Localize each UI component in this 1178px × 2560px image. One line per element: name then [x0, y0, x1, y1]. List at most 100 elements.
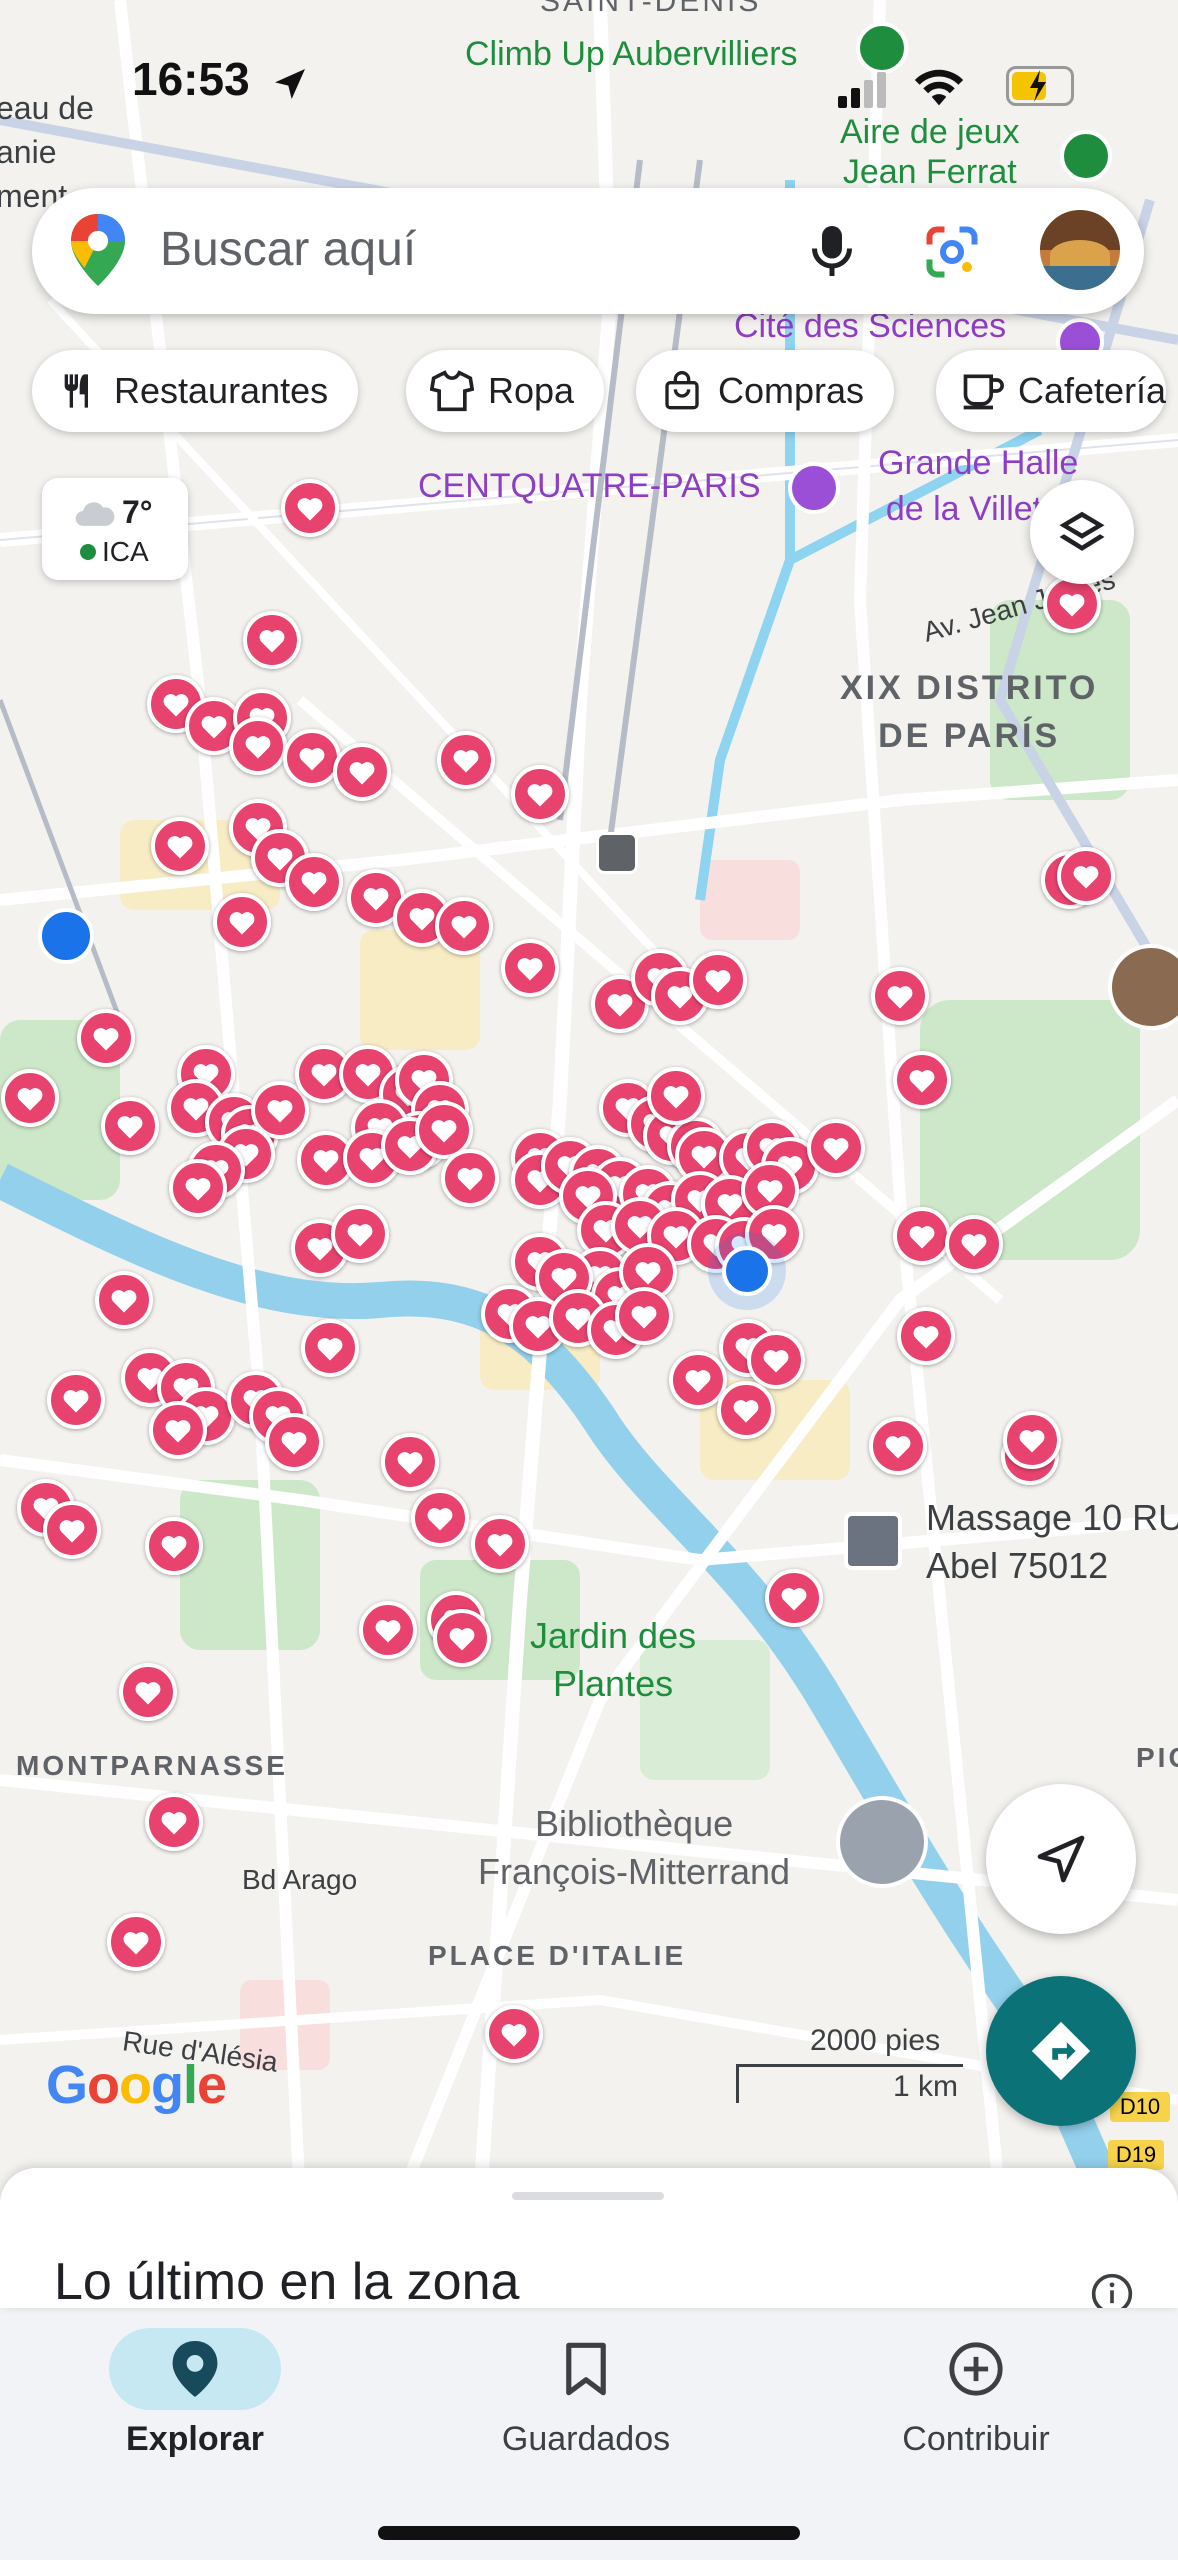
saved-place-heart-icon[interactable]	[151, 817, 209, 875]
saved-place-heart-icon[interactable]	[169, 1159, 227, 1217]
google-logo: Google	[46, 2055, 227, 2115]
saved-place-heart-icon[interactable]	[511, 765, 569, 823]
park-pin-icon[interactable]	[1060, 130, 1112, 182]
saved-place-heart-icon[interactable]	[485, 2005, 543, 2063]
aqi-status-dot	[80, 544, 96, 560]
explore-pin-icon	[172, 2341, 218, 2397]
search-input[interactable]: Buscar aquí	[160, 222, 416, 277]
saved-place-heart-icon[interactable]	[331, 1205, 389, 1263]
location-arrow-icon	[275, 69, 305, 99]
saved-place-heart-icon[interactable]	[145, 1793, 203, 1851]
saved-place-heart-icon[interactable]	[381, 1433, 439, 1491]
nav-label: Guardados	[501, 2420, 671, 2458]
search-bar[interactable]: Buscar aquí	[32, 188, 1144, 314]
saved-place-heart-icon[interactable]	[441, 1149, 499, 1207]
directions-button[interactable]	[986, 1976, 1136, 2126]
saved-place-heart-icon[interactable]	[1043, 575, 1101, 633]
photo-thumbnail[interactable]	[836, 1796, 928, 1888]
saved-place-heart-icon[interactable]	[229, 717, 287, 775]
saved-place-heart-icon[interactable]	[101, 1097, 159, 1155]
saved-place-heart-icon[interactable]	[1057, 847, 1115, 905]
saved-place-heart-icon[interactable]	[243, 611, 301, 669]
saved-place-heart-icon[interactable]	[689, 951, 747, 1009]
saved-place-heart-icon[interactable]	[765, 1569, 823, 1627]
saved-place-heart-icon[interactable]	[333, 743, 391, 801]
map-label-centquatre[interactable]: CENTQUATRE-PARIS	[418, 464, 761, 508]
chip-clothing[interactable]: Ropa	[406, 350, 605, 432]
climb-up-pin-icon[interactable]	[856, 22, 908, 74]
nav-saved[interactable]: Guardados	[436, 2328, 736, 2459]
explore-bottom-sheet[interactable]: Lo último en la zona	[0, 2168, 1178, 2308]
saved-place-heart-icon[interactable]	[77, 1009, 135, 1067]
saved-place-heart-icon[interactable]	[265, 1413, 323, 1471]
saved-place-heart-icon[interactable]	[869, 1417, 927, 1475]
nav-explore[interactable]: Explorar	[45, 2328, 345, 2459]
shopping-pin-icon[interactable]	[38, 908, 94, 964]
saved-place-heart-icon[interactable]	[807, 1119, 865, 1177]
saved-place-heart-icon[interactable]	[213, 893, 271, 951]
map-label-climb-up[interactable]: Climb Up Aubervilliers	[465, 32, 798, 76]
bottom-navigation: Explorar Guardados Contribuir	[0, 2318, 1178, 2560]
saved-place-heart-icon[interactable]	[1, 1069, 59, 1127]
layers-icon	[1059, 511, 1105, 551]
saved-place-heart-icon[interactable]	[893, 1207, 951, 1265]
google-lens-icon[interactable]	[922, 222, 982, 282]
map-label-montparnasse: MONTPARNASSE	[16, 1750, 288, 1781]
add-circle-icon	[949, 2342, 1003, 2396]
sheet-drag-handle[interactable]	[512, 2192, 664, 2200]
battery-icon	[1006, 66, 1074, 106]
saved-place-heart-icon[interactable]	[301, 1319, 359, 1377]
saved-place-heart-icon[interactable]	[119, 1663, 177, 1721]
microphone-icon[interactable]	[802, 220, 862, 282]
saved-place-heart-icon[interactable]	[47, 1371, 105, 1429]
saved-place-heart-icon[interactable]	[615, 1287, 673, 1345]
nav-contribute[interactable]: Contribuir	[826, 2328, 1126, 2459]
saved-place-heart-icon[interactable]	[1003, 1411, 1061, 1469]
saved-place-heart-icon[interactable]	[281, 479, 339, 537]
my-location-button[interactable]	[986, 1784, 1136, 1934]
current-location-dot	[722, 1246, 772, 1296]
train-station-icon[interactable]	[596, 832, 638, 874]
cloud-icon	[75, 502, 115, 526]
saved-place-heart-icon[interactable]	[893, 1051, 951, 1109]
saved-place-heart-icon[interactable]	[501, 939, 559, 997]
weather-widget[interactable]: 7° ICA	[42, 478, 188, 580]
chip-shopping[interactable]: Compras	[636, 350, 895, 432]
layers-button[interactable]	[1030, 480, 1134, 584]
map-label-massage[interactable]: Massage 10 RUE Abel 75012	[926, 1494, 1178, 1590]
massage-pin-icon[interactable]	[844, 1512, 902, 1570]
saved-place-heart-icon[interactable]	[897, 1307, 955, 1365]
saved-place-heart-icon[interactable]	[149, 1401, 207, 1459]
saved-place-heart-icon[interactable]	[107, 1913, 165, 1971]
saved-place-heart-icon[interactable]	[435, 897, 493, 955]
saved-place-heart-icon[interactable]	[871, 967, 929, 1025]
chip-restaurants[interactable]: Restaurantes	[32, 350, 359, 432]
map-label-jardin[interactable]: Jardin des Plantes	[530, 1612, 696, 1708]
saved-place-heart-icon[interactable]	[945, 1215, 1003, 1273]
map-label-bibliotheque[interactable]: Bibliothèque François-Mitterrand	[478, 1800, 790, 1896]
saved-place-heart-icon[interactable]	[647, 1067, 705, 1125]
map-label-aire-jeux[interactable]: Aire de jeux Jean Ferrat	[840, 112, 1020, 192]
chip-label: Cafetería	[1018, 370, 1167, 411]
saved-place-heart-icon[interactable]	[411, 1489, 469, 1547]
saved-place-heart-icon[interactable]	[95, 1271, 153, 1329]
saved-place-heart-icon[interactable]	[145, 1517, 203, 1575]
profile-avatar[interactable]	[1040, 210, 1120, 290]
saved-place-heart-icon[interactable]	[359, 1601, 417, 1659]
saved-place-heart-icon[interactable]	[437, 731, 495, 789]
shirt-icon	[430, 369, 474, 413]
shopping-bag-icon	[660, 369, 704, 413]
fork-knife-icon	[56, 369, 100, 413]
museum-pin-icon[interactable]	[788, 462, 840, 514]
saved-place-heart-icon[interactable]	[471, 1515, 529, 1573]
saved-place-heart-icon[interactable]	[717, 1381, 775, 1439]
wifi-icon	[914, 69, 964, 106]
saved-place-heart-icon[interactable]	[283, 729, 341, 787]
map-label-bd-arago: Bd Arago	[242, 1864, 358, 1895]
chip-coffee[interactable]: Cafetería	[936, 350, 1167, 432]
saved-place-heart-icon[interactable]	[747, 1331, 805, 1389]
saved-place-heart-icon[interactable]	[43, 1501, 101, 1559]
saved-place-heart-icon[interactable]	[433, 1609, 491, 1667]
info-icon[interactable]	[1090, 2272, 1134, 2308]
saved-place-heart-icon[interactable]	[285, 853, 343, 911]
